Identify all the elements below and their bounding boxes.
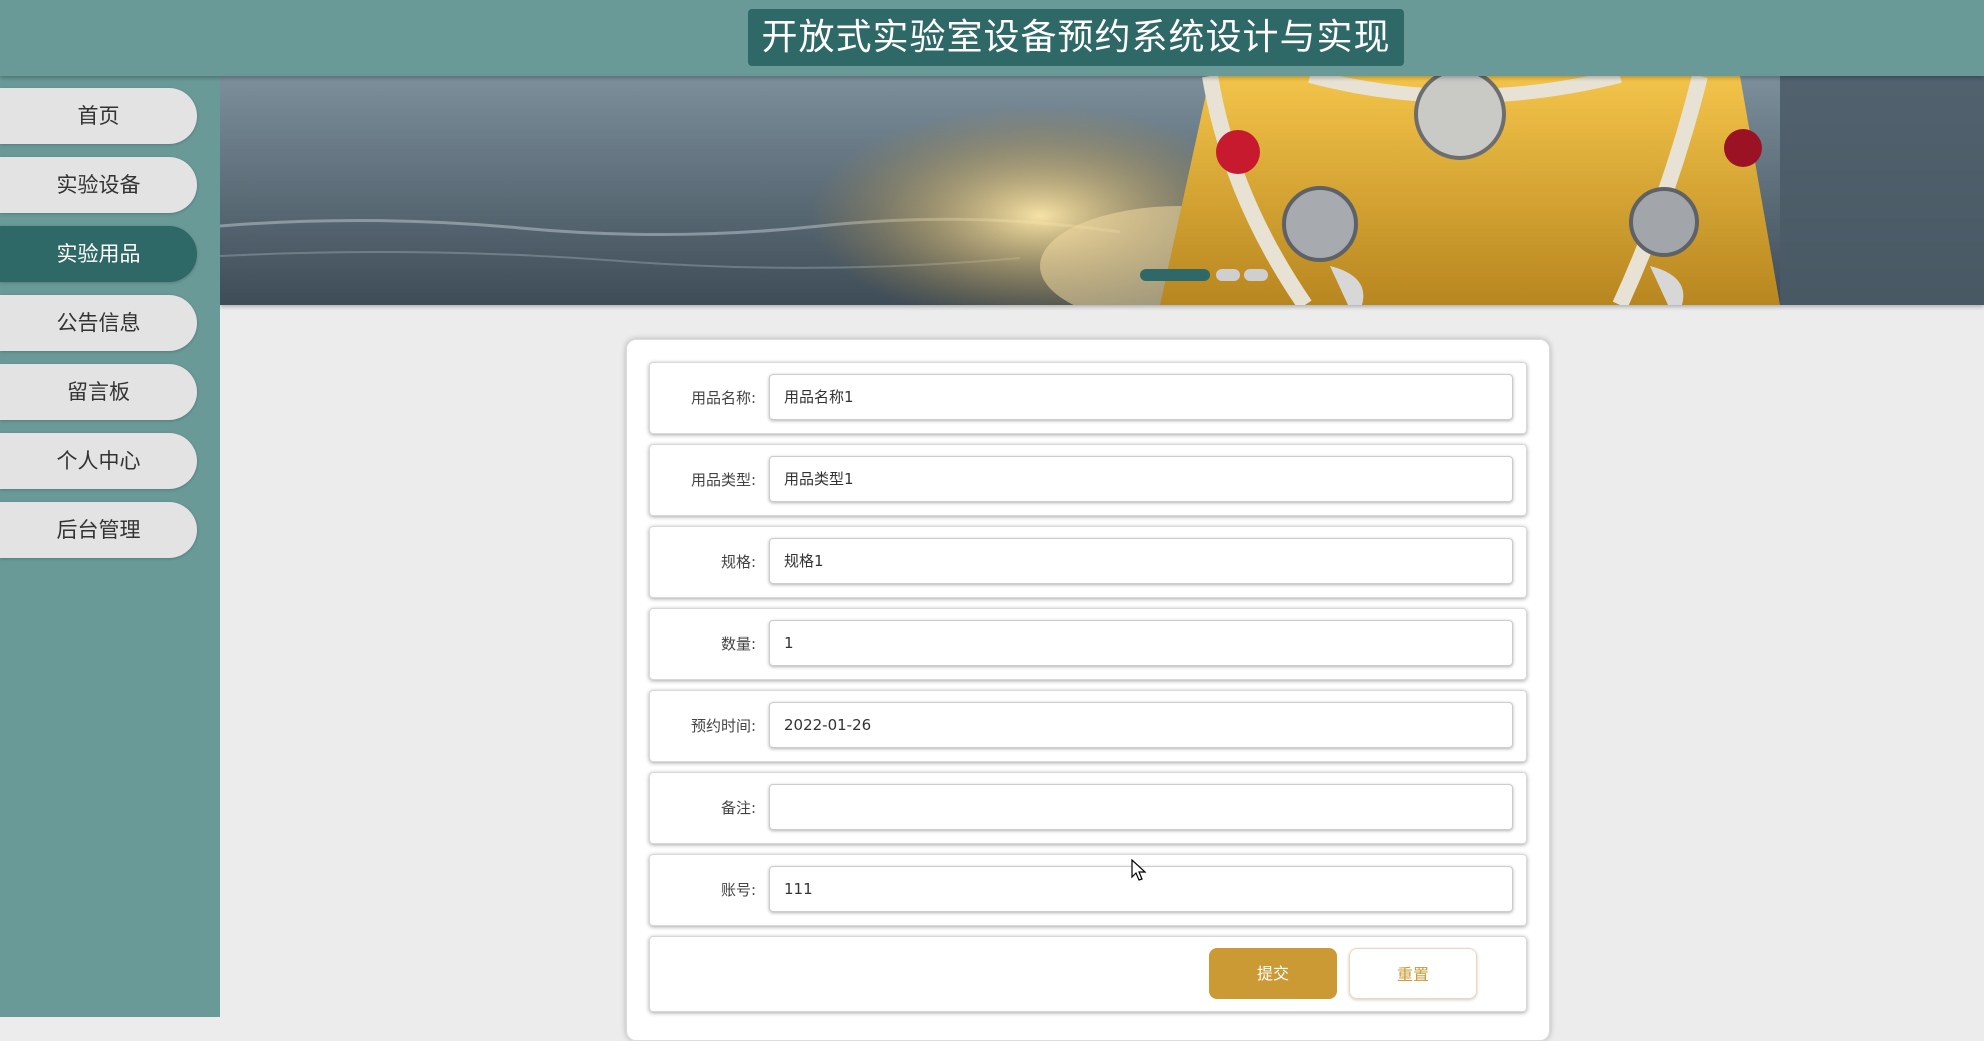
supply-type-label: 用品类型: [690, 471, 756, 489]
booking-time-label: 预约时间: [690, 717, 756, 735]
quantity-label: 数量: [720, 635, 756, 653]
carousel-dot-3[interactable] [1244, 269, 1268, 281]
sidebar-item-announcements[interactable]: 公告信息 [0, 295, 197, 351]
carousel-dot-2[interactable] [1216, 269, 1240, 281]
form-actions: 提交 重置 [649, 936, 1527, 1012]
form-row-booking-time: 预约时间: [649, 690, 1527, 762]
sidebar-item-lab-equipment[interactable]: 实验设备 [0, 157, 197, 213]
form-row-quantity: 数量: [649, 608, 1527, 680]
sidebar-item-admin[interactable]: 后台管理 [0, 502, 197, 558]
top-header: 开放式实验室设备预约系统设计与实现 [0, 0, 1984, 76]
booking-time-input[interactable] [769, 702, 1513, 748]
supply-type-input[interactable] [769, 456, 1513, 502]
sidebar-item-personal-center[interactable]: 个人中心 [0, 433, 197, 489]
sidebar-item-message-board[interactable]: 留言板 [0, 364, 197, 420]
banner-carousel [220, 76, 1984, 305]
account-label: 账号: [720, 881, 756, 899]
reset-button[interactable]: 重置 [1349, 948, 1477, 999]
form-row-account: 账号: [649, 854, 1527, 926]
mouse-cursor-icon [1131, 859, 1147, 881]
sidebar-item-lab-supplies[interactable]: 实验用品 [0, 226, 197, 282]
sidebar-item-home[interactable]: 首页 [0, 88, 197, 144]
supply-booking-form: 用品名称: 用品类型: 规格: 数量: 预约时间: 备注: 账号: 提交 重置 [626, 339, 1550, 1041]
form-row-spec: 规格: [649, 526, 1527, 598]
remarks-label: 备注: [720, 799, 756, 817]
carousel-dot-1[interactable] [1140, 269, 1210, 281]
sidebar: 首页 实验设备 实验用品 公告信息 留言板 个人中心 后台管理 [0, 76, 220, 1017]
submit-button[interactable]: 提交 [1209, 948, 1337, 999]
form-row-supply-type: 用品类型: [649, 444, 1527, 516]
spec-input[interactable] [769, 538, 1513, 584]
page-title: 开放式实验室设备预约系统设计与实现 [748, 9, 1404, 66]
quantity-input[interactable] [769, 620, 1513, 666]
supply-name-label: 用品名称: [690, 389, 756, 407]
form-row-supply-name: 用品名称: [649, 362, 1527, 434]
supply-name-input[interactable] [769, 374, 1513, 420]
remarks-input[interactable] [769, 784, 1513, 830]
spec-label: 规格: [720, 553, 756, 571]
form-row-remarks: 备注: [649, 772, 1527, 844]
carousel-indicators [220, 76, 1984, 305]
